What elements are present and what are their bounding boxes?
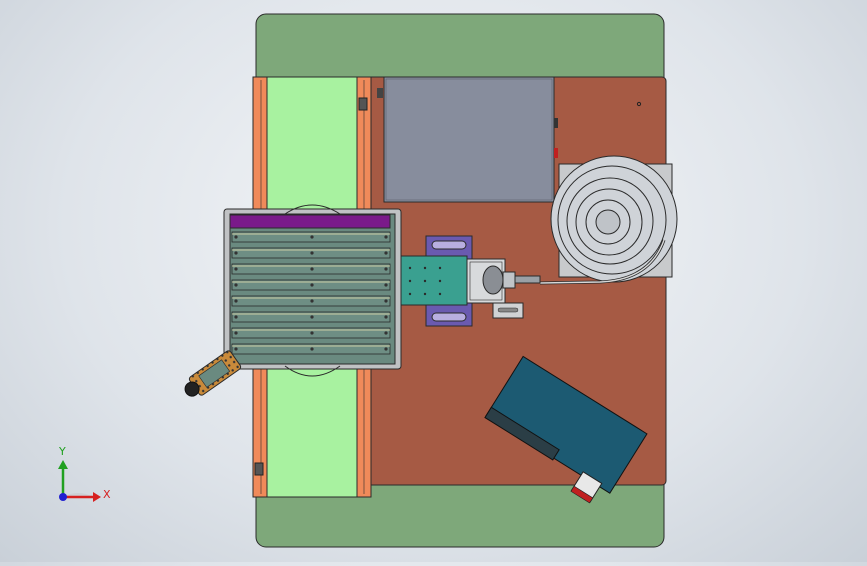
slat-screw [310,235,314,239]
slat-screw [234,267,238,271]
conveyor-end-bracket [377,88,383,98]
slat-screw [310,347,314,351]
slat-screw [384,267,388,271]
model-canvas[interactable]: X Y [0,0,867,562]
slat-screw [234,251,238,255]
slat-screw [310,299,314,303]
slat-screw [384,235,388,239]
slat-screw [310,331,314,335]
cad-viewport[interactable]: X Y [0,0,867,562]
tray-top-slat [229,214,391,229]
slat-screw [310,315,314,319]
slat-screw [234,347,238,351]
slat-screw [384,251,388,255]
y-axis-label: Y [58,445,66,458]
control-box-connector [554,118,558,128]
slat-screw [310,267,314,271]
control-box[interactable] [383,76,558,203]
slat-screw [234,283,238,287]
slat-screw [384,315,388,319]
conveyor-end-bracket [358,97,368,111]
side-gripper[interactable] [180,350,242,402]
x-axis-label: X [103,488,111,501]
material-tray[interactable] [223,204,402,377]
slat-screw [234,235,238,239]
coordinate-triad: X Y [58,445,111,502]
slat-screw [384,331,388,335]
coil-feeder[interactable] [539,155,678,285]
conveyor-end-bracket [254,462,264,476]
slat-screw [234,315,238,319]
slat-screw [384,347,388,351]
slat-screw [310,283,314,287]
slat-screw [384,283,388,287]
slat-screw [234,299,238,303]
slat-screw [310,251,314,255]
z-axis [59,493,67,501]
control-box-connector [554,148,558,158]
slat-screw [384,299,388,303]
slat-screw [234,331,238,335]
